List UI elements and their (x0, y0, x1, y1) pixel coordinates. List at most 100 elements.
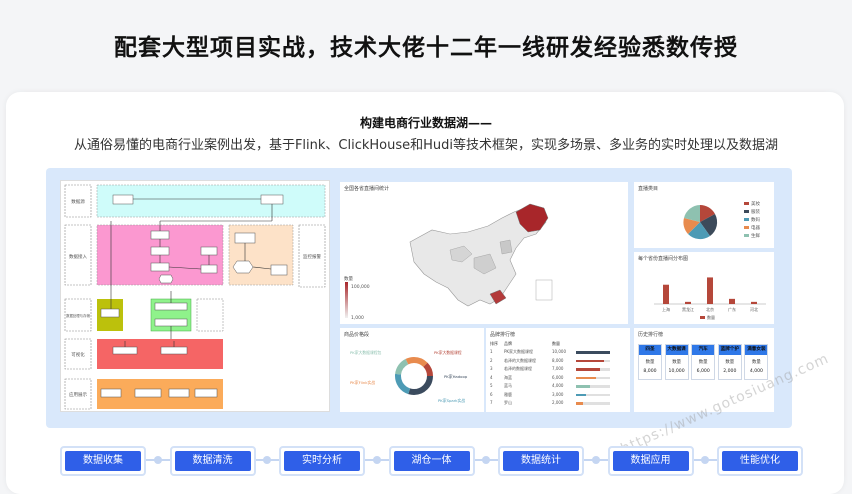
ranking-header-cell: 排序 (490, 341, 498, 346)
history-card-name: 满意女装 (745, 345, 768, 355)
table-row: 1 PK家大数据课程 10,000 (490, 348, 626, 357)
history-cards: 四圣 数量 8,000 大数据课 数量 10,000 汽车 数量 6,000 蓝牌个护 数量 2,00… (638, 344, 772, 384)
arch-label-process: 数据处理与存储 (66, 313, 90, 318)
history-card-label: 数量 (751, 360, 761, 365)
pie-legend-1: 服装 (751, 208, 760, 215)
history-card: 蓝牌个护数量 2,000 (717, 344, 742, 380)
map-panel: 全国各省直播间统计 数量 100,000 1,000 (340, 182, 628, 324)
arch-label-ingest: 数据接入 (69, 253, 87, 260)
history-card-name: 四圣 (639, 345, 661, 355)
bar-cat-3: 广东 (728, 306, 736, 312)
ranking-bar (576, 368, 610, 371)
pipeline-dot (591, 456, 600, 464)
table-cell: 2,000 (552, 400, 564, 405)
bar-cat-2: 北京 (706, 306, 714, 312)
pipeline-step[interactable]: 性能优化 (717, 446, 803, 476)
bar-panel: 每个省份直播间分布图 上海 黑龙江 北京 广东 河北 数量 (634, 252, 774, 324)
card-subtitle: 从通俗易懂的电商行业案例出发，基于Flink、ClickHouse和Hudi等技… (73, 138, 779, 153)
ranking-header: 排序 品牌 数量 (490, 340, 626, 348)
donut-label-4: PK家Spark实战 (438, 398, 465, 403)
history-card-value: 4,000 (749, 369, 763, 374)
history-card-value: 10,000 (668, 369, 685, 374)
table-cell: 海蓝 (504, 374, 512, 380)
ranking-title: 品牌排行榜 (490, 332, 516, 338)
bar-mark (751, 301, 757, 304)
bar-mark (663, 284, 669, 304)
history-card-label: 数量 (698, 360, 708, 365)
table-cell: 3 (490, 366, 493, 371)
pie-panel: 直播类目 美妆 服装 数码 电器 生鲜 (634, 182, 774, 248)
page-headline: 配套大型项目实战，技术大佬十二年一线研发经验悉数传授 (114, 35, 738, 61)
donut-label-0: PK家大数据课程包 (350, 350, 382, 355)
pipeline-step-label[interactable]: 实时分析 (284, 451, 360, 471)
history-card-value: 8,000 (643, 369, 657, 374)
pipeline-step[interactable]: 湖仓一体 (388, 446, 475, 476)
bar-mark (685, 301, 691, 304)
map-legend-title: 数量 (344, 275, 353, 282)
pipeline-step-label[interactable]: 数据统计 (503, 451, 579, 471)
table-cell: 蓝马 (504, 383, 512, 388)
pipeline-step[interactable]: 实时分析 (279, 446, 365, 476)
table-row: 7 罗山 2,000 (490, 399, 626, 408)
card-title: 构建电商行业数据湖—— (359, 116, 492, 130)
ranking-bar (576, 376, 610, 379)
pipeline-dot (372, 456, 381, 464)
table-cell: 10,000 (552, 349, 566, 354)
table-row: 2 若泽的大数据课程 8,000 (490, 357, 626, 366)
history-card-name: 大数据课 (665, 345, 688, 355)
table-cell: 5 (490, 383, 493, 388)
pie-legend-0: 美妆 (751, 200, 760, 207)
pipeline-step[interactable]: 数据清洗 (169, 446, 256, 476)
pipeline-step-label[interactable]: 数据应用 (612, 451, 689, 471)
china-map: 数量 100,000 1,000 (344, 203, 553, 321)
history-card: 大数据课 数量 10,000 (664, 344, 689, 380)
pipeline-step[interactable]: 数据统计 (498, 446, 584, 476)
pipeline-step-label[interactable]: 数据清洗 (174, 451, 251, 471)
history-card: 汽车 数量 6,000 (691, 344, 716, 380)
ranking-bar (576, 402, 610, 405)
table-row: 5 蓝马 4,000 (490, 382, 626, 391)
bar-legend: 数量 (707, 314, 715, 320)
history-card-name: 蓝牌个护 (718, 345, 741, 355)
table-cell: 4 (490, 374, 493, 380)
arch-label-app: 应用展示 (69, 391, 87, 398)
pie-chart: 美妆 服装 数码 电器 生鲜 (683, 200, 760, 240)
table-cell: 6,000 (552, 374, 564, 380)
arch-label-visual: 可视化 (71, 351, 85, 358)
pipeline-dot (153, 456, 162, 464)
history-card-value: 2,000 (723, 369, 737, 374)
pipeline-step[interactable]: 数据应用 (607, 446, 694, 476)
bar-cat-1: 黑龙江 (682, 306, 694, 312)
ranking-panel: 品牌排行榜 排序 品牌 数量 1 PK家大数据课程 10,000 2 若泽的大数据课程 8,00… (486, 328, 630, 412)
table-cell: PK家大数据课程 (504, 349, 534, 354)
pipeline-step[interactable]: 数据收集 (60, 446, 146, 476)
ranking-bar (576, 393, 610, 396)
donut-panel: 商品价格段 PK家大数据课程包 PK家大数据课程 PK家Hadoop PK家Fl… (340, 328, 484, 412)
page: { "headline": "配套大型项目实战，技术大佬十二年一线研发经验悉数传… (0, 0, 852, 494)
ranking-bar (576, 385, 610, 388)
table-row: 6 雅鹿 3,000 (490, 391, 626, 400)
table-row: 4 海蓝 6,000 (490, 374, 626, 383)
map-legend-min: 1,000 (351, 315, 364, 321)
table-cell: 8,000 (552, 357, 564, 363)
pipeline-step-label[interactable]: 湖仓一体 (393, 451, 470, 471)
history-card-label: 数量 (725, 360, 735, 365)
donut-label-2: PK家Hadoop (444, 374, 468, 379)
architecture-svg: 数据源 数据接入 数据处理与存储 可视化 应用展示 监控报警 (64, 184, 326, 410)
bar-mark (707, 277, 713, 304)
table-cell: 若泽的数据课程 (504, 366, 532, 371)
ranking-header-cell: 品牌 (504, 341, 512, 346)
table-cell: 6 (490, 391, 493, 397)
pipeline-step-label[interactable]: 数据收集 (65, 451, 141, 471)
pipeline-step-label[interactable]: 性能优化 (722, 451, 798, 471)
pie-legend-2: 数码 (751, 216, 760, 223)
table-cell: 4,000 (552, 383, 564, 388)
table-cell: 雅鹿 (504, 391, 512, 397)
pie-legend-4: 生鲜 (751, 232, 760, 239)
history-title: 历史排行榜 (638, 332, 664, 338)
arch-label-monitor: 监控报警 (303, 253, 321, 260)
pie-legend-3: 电器 (751, 224, 760, 231)
ranking-header-cell: 数量 (552, 341, 560, 346)
bar-cat-4: 河北 (750, 306, 758, 312)
history-card-value: 6,000 (696, 369, 710, 374)
